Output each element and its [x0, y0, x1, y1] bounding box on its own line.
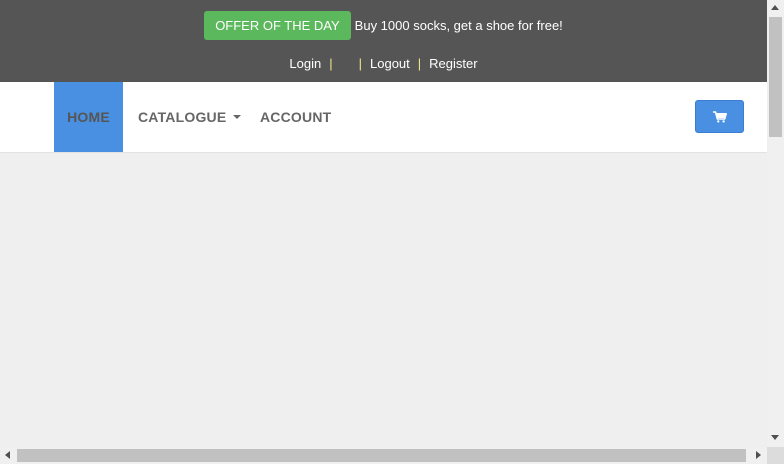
- nav-home-label: HOME: [67, 109, 110, 125]
- scroll-up-arrow-icon[interactable]: [771, 5, 779, 10]
- scrollbar-corner: [767, 447, 784, 464]
- horizontal-scroll-thumb[interactable]: [17, 449, 746, 462]
- horizontal-scrollbar[interactable]: [0, 447, 767, 464]
- auth-links: Login | | Logout | Register: [0, 53, 767, 73]
- register-link[interactable]: Register: [429, 56, 477, 71]
- nav-catalogue[interactable]: CATALOGUE: [138, 82, 242, 152]
- offer-badge[interactable]: OFFER OF THE DAY: [204, 10, 351, 40]
- login-link[interactable]: Login: [289, 56, 321, 71]
- offer-text: Buy 1000 socks, get a shoe for free!: [354, 17, 563, 33]
- logout-link[interactable]: Logout: [370, 56, 410, 71]
- caret-down-icon: [233, 115, 242, 119]
- cart-button[interactable]: [695, 100, 744, 133]
- main-navbar: HOME CATALOGUE ACCOUNT: [0, 82, 767, 153]
- vertical-scrollbar[interactable]: [767, 0, 784, 447]
- nav-catalogue-label: CATALOGUE: [138, 109, 227, 125]
- scroll-right-arrow-icon[interactable]: [756, 451, 761, 459]
- offer-of-the-day: OFFER OF THE DAY Buy 1000 socks, get a s…: [0, 10, 767, 40]
- nav-home[interactable]: HOME: [54, 82, 123, 152]
- scroll-down-arrow-icon[interactable]: [771, 435, 779, 440]
- shopping-cart-icon: [712, 110, 727, 123]
- top-bar: OFFER OF THE DAY Buy 1000 socks, get a s…: [0, 0, 767, 82]
- separator: |: [417, 55, 422, 71]
- nav-account[interactable]: ACCOUNT: [260, 82, 331, 152]
- separator: |: [358, 55, 362, 71]
- separator: |: [329, 55, 333, 71]
- nav-account-label: ACCOUNT: [260, 109, 332, 125]
- vertical-scroll-thumb[interactable]: [769, 17, 782, 137]
- scroll-left-arrow-icon[interactable]: [5, 451, 10, 459]
